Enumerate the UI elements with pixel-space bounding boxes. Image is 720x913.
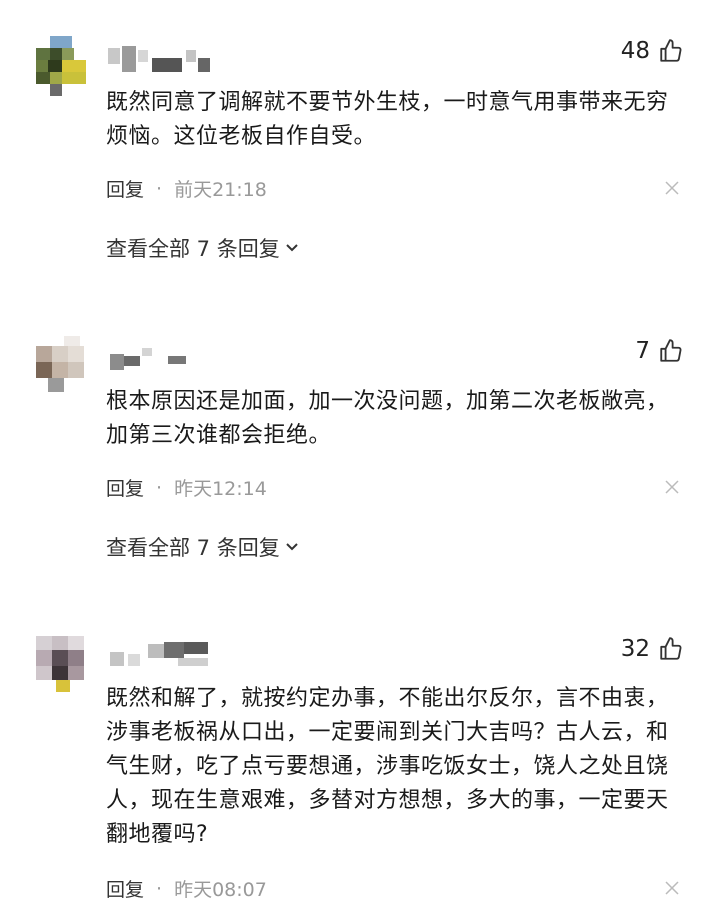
- avatar[interactable]: [36, 336, 86, 396]
- like-count: 7: [635, 338, 650, 364]
- close-icon[interactable]: [662, 878, 682, 898]
- separator-dot: ·: [156, 177, 163, 200]
- close-icon[interactable]: [662, 477, 682, 497]
- thumbs-up-icon: [660, 339, 682, 362]
- reply-button[interactable]: 回复: [106, 474, 144, 501]
- username[interactable]: [108, 46, 228, 76]
- view-all-replies-button[interactable]: 查看全部 7 条回复: [106, 532, 300, 562]
- like-button[interactable]: 7: [635, 338, 684, 364]
- username[interactable]: [108, 346, 228, 376]
- separator-dot: ·: [156, 476, 163, 499]
- comment-time: 前天21:18: [174, 179, 267, 201]
- comment-meta: 回复 · 前天21:18: [106, 175, 267, 202]
- username[interactable]: [108, 640, 228, 670]
- comment-meta: 回复 · 昨天12:14: [106, 474, 267, 501]
- close-icon[interactable]: [662, 178, 682, 198]
- thumbs-up-icon: [660, 637, 682, 660]
- view-all-replies-label: 查看全部 7 条回复: [106, 536, 280, 560]
- avatar[interactable]: [36, 36, 86, 96]
- separator-dot: ·: [156, 877, 163, 900]
- view-all-replies-label: 查看全部 7 条回复: [106, 237, 280, 261]
- comment-text: 根本原因还是加面，加一次没问题，加第二次老板敞亮，加第三次谁都会拒绝。: [106, 389, 669, 448]
- like-button[interactable]: 32: [621, 636, 684, 662]
- comment-text: 既然同意了调解就不要节外生枝，一时意气用事带来无穷烦恼。这位老板自作自受。: [106, 90, 669, 149]
- comment-text: 既然和解了，就按约定办事，不能出尔反尔，言不由衷，涉事老板祸从口出，一定要闹到关…: [106, 686, 669, 847]
- comment-time: 昨天12:14: [174, 478, 267, 500]
- like-button[interactable]: 48: [621, 38, 684, 64]
- like-count: 48: [620, 38, 650, 64]
- avatar[interactable]: [36, 636, 86, 696]
- reply-button[interactable]: 回复: [106, 875, 144, 902]
- reply-button[interactable]: 回复: [106, 175, 144, 202]
- chevron-down-icon: [286, 543, 298, 551]
- comment-meta: 回复 · 昨天08:07: [106, 875, 267, 902]
- view-all-replies-button[interactable]: 查看全部 7 条回复: [106, 233, 300, 263]
- thumbs-up-icon: [660, 39, 682, 62]
- like-count: 32: [620, 636, 650, 662]
- chevron-down-icon: [286, 244, 298, 252]
- comment-time: 昨天08:07: [174, 879, 267, 901]
